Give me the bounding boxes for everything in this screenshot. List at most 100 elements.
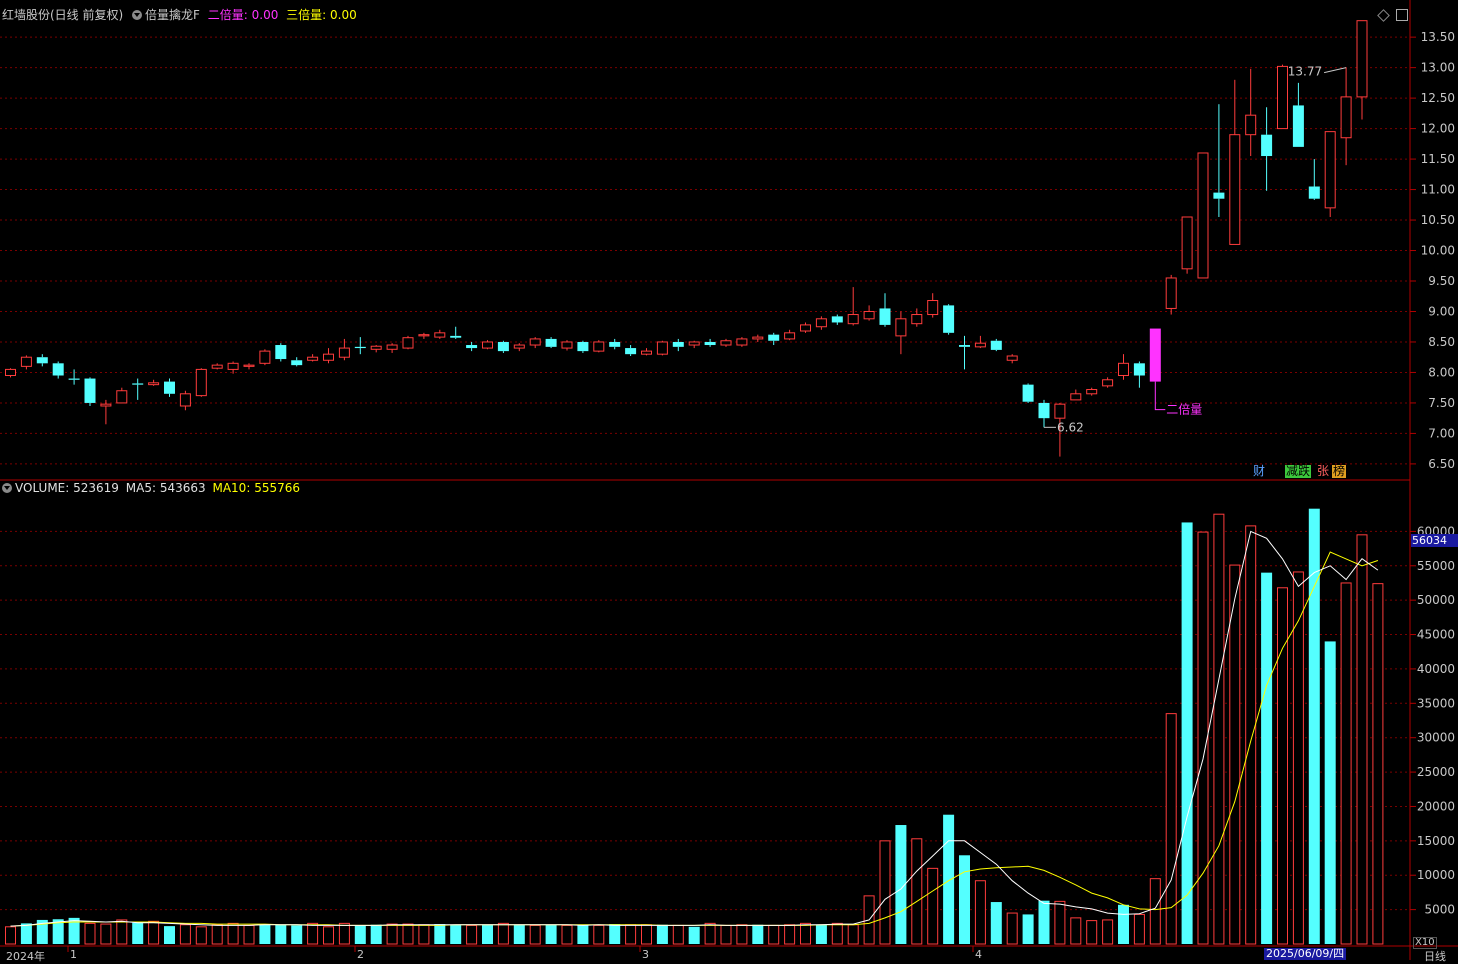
volume-bar[interactable] <box>5 926 16 945</box>
volume-bar[interactable] <box>323 926 334 945</box>
limit-button[interactable]: 张 <box>1316 465 1330 478</box>
candle[interactable] <box>164 378 175 397</box>
volume-bar[interactable] <box>1022 914 1034 944</box>
volume-bar[interactable] <box>672 924 684 945</box>
volume-bar[interactable] <box>1277 587 1288 945</box>
volume-bar[interactable] <box>1340 582 1352 945</box>
candle[interactable] <box>672 338 684 352</box>
volume-bar[interactable] <box>195 926 207 945</box>
window-toggle-icon[interactable] <box>1396 9 1408 21</box>
volume-bar[interactable] <box>1245 525 1257 945</box>
volume-bar[interactable] <box>402 923 414 945</box>
volume-bar[interactable] <box>1006 912 1018 945</box>
volume-bar[interactable] <box>688 926 700 944</box>
candle[interactable] <box>179 390 191 411</box>
volume-bar[interactable] <box>259 924 271 944</box>
candle[interactable] <box>323 348 334 364</box>
candle[interactable] <box>68 369 80 385</box>
candle[interactable] <box>354 337 366 355</box>
candle[interactable] <box>1356 20 1368 120</box>
candle[interactable] <box>1308 159 1320 200</box>
candle[interactable] <box>402 335 414 350</box>
volume-bar[interactable] <box>1149 878 1161 945</box>
volume-bar[interactable] <box>752 924 764 944</box>
volume-bar[interactable] <box>704 922 716 945</box>
volume-bar[interactable] <box>656 924 668 944</box>
volume-bar[interactable] <box>1356 534 1368 945</box>
volume-bar[interactable] <box>1054 900 1066 945</box>
volume-bar[interactable] <box>847 924 859 945</box>
volume-bar[interactable] <box>1372 583 1384 945</box>
candle[interactable] <box>593 340 605 353</box>
volume-bar[interactable] <box>800 922 811 945</box>
candle[interactable] <box>641 348 652 356</box>
volume-bar[interactable] <box>911 838 923 945</box>
volume-bar[interactable] <box>1086 920 1098 945</box>
candle[interactable] <box>1213 104 1225 217</box>
volume-bar[interactable] <box>1181 522 1193 944</box>
volume-bar[interactable] <box>227 922 239 945</box>
volume-bar[interactable] <box>354 925 366 944</box>
candle[interactable] <box>5 368 16 378</box>
candle[interactable] <box>704 338 716 347</box>
candle[interactable] <box>20 355 32 370</box>
volume-bar[interactable] <box>959 855 970 944</box>
volume-bar[interactable] <box>1197 531 1209 945</box>
candle[interactable] <box>1022 383 1034 403</box>
volume-bar[interactable] <box>211 924 223 945</box>
volume-bar[interactable] <box>179 924 191 945</box>
volume-bar[interactable] <box>132 922 144 944</box>
volume-bar[interactable] <box>625 924 637 945</box>
rank-button[interactable]: 榜 <box>1332 465 1347 478</box>
indicator-dropdown-icon[interactable] <box>132 10 143 20</box>
volume-bar[interactable] <box>545 924 557 944</box>
candle[interactable] <box>831 314 843 325</box>
candle[interactable] <box>879 293 891 327</box>
volume-bar[interactable] <box>529 924 541 945</box>
volume-bar[interactable] <box>1070 917 1082 945</box>
volume-bar[interactable] <box>450 924 462 944</box>
volume-bar[interactable] <box>1038 900 1050 944</box>
candle[interactable] <box>688 340 700 349</box>
volume-bar[interactable] <box>434 924 446 944</box>
period-label[interactable]: 日线 <box>1424 948 1446 964</box>
candle[interactable] <box>656 340 668 356</box>
candle[interactable] <box>52 361 64 379</box>
candle[interactable] <box>609 338 621 350</box>
volume-bar[interactable] <box>609 924 621 944</box>
candle[interactable] <box>291 357 303 367</box>
volume-bar[interactable] <box>990 902 1002 944</box>
candle[interactable] <box>259 349 271 366</box>
candle[interactable] <box>1292 82 1304 147</box>
volume-bar[interactable] <box>148 920 160 945</box>
candle[interactable] <box>434 329 446 339</box>
candle[interactable] <box>1038 399 1050 428</box>
candle[interactable] <box>1133 361 1145 388</box>
candle[interactable] <box>990 338 1002 352</box>
candle[interactable] <box>847 287 859 326</box>
candle[interactable] <box>752 334 764 342</box>
candle[interactable] <box>1277 64 1288 130</box>
candle[interactable] <box>1261 107 1273 191</box>
volume-bar[interactable] <box>641 924 652 945</box>
candle[interactable] <box>243 363 255 370</box>
candle[interactable] <box>1118 354 1129 380</box>
volume-bar[interactable] <box>116 919 128 945</box>
candle[interactable] <box>418 332 430 339</box>
volume-bar[interactable] <box>164 926 175 944</box>
volume-bar[interactable] <box>275 924 287 944</box>
candle[interactable] <box>227 361 239 374</box>
volume-bar[interactable] <box>1324 641 1336 944</box>
volume-bar[interactable] <box>943 814 955 944</box>
volume-bar[interactable] <box>1118 904 1129 944</box>
volume-bar[interactable] <box>386 923 398 945</box>
volume-series[interactable] <box>5 508 1384 945</box>
candle[interactable] <box>36 354 48 367</box>
candle[interactable] <box>132 378 144 400</box>
candle[interactable] <box>195 368 207 397</box>
candle[interactable] <box>959 335 970 370</box>
indicator-name[interactable]: 倍量擒龙F <box>145 8 200 22</box>
candle[interactable] <box>1245 68 1257 157</box>
candle[interactable] <box>1229 79 1241 245</box>
volume-bar[interactable] <box>497 922 509 945</box>
